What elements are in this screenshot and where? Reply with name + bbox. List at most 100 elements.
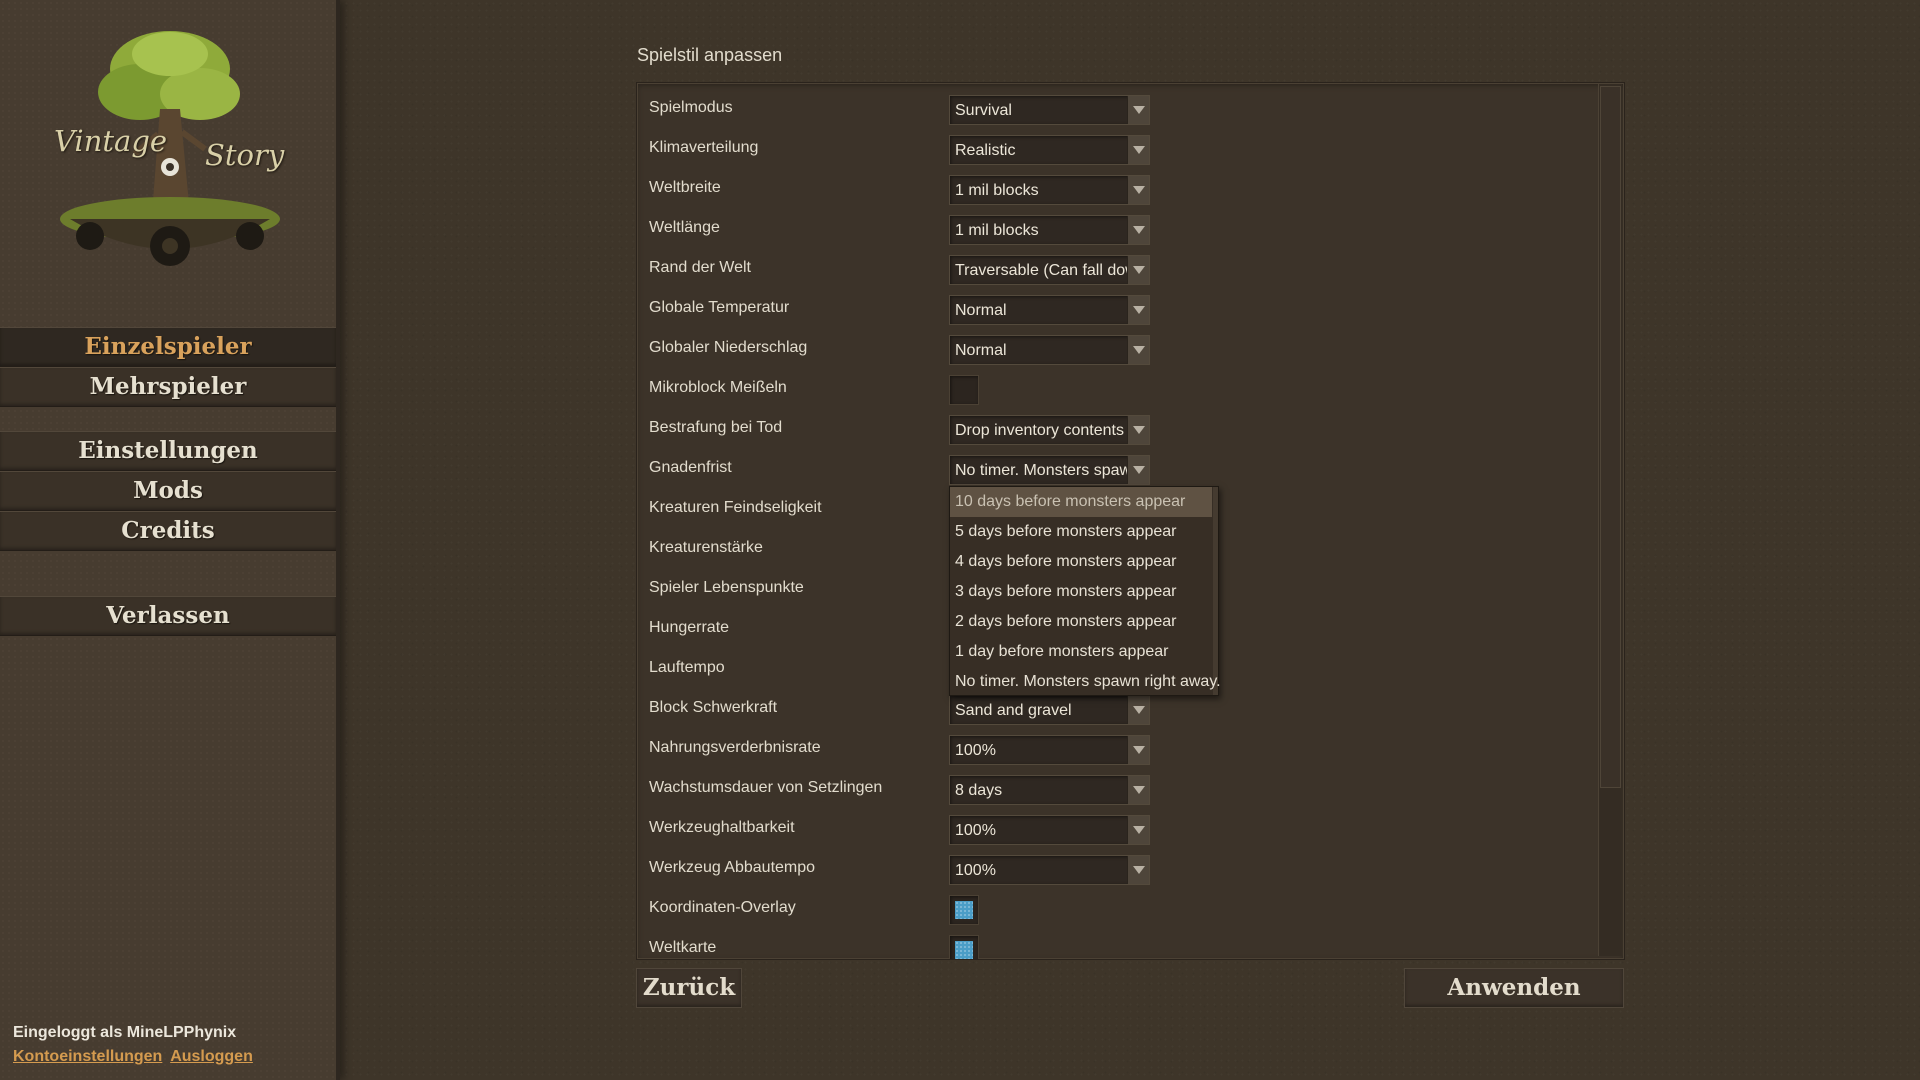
chevron-down-icon — [1133, 266, 1145, 274]
menu-mods-button[interactable]: Mods — [0, 471, 336, 511]
dropdown-arrow-button[interactable] — [1127, 336, 1149, 364]
chevron-down-icon — [1133, 146, 1145, 154]
chevron-down-icon — [1133, 106, 1145, 114]
setting-label: Werkzeug Abbautempo — [649, 859, 816, 876]
chevron-down-icon — [1133, 866, 1145, 874]
setting-dropdown[interactable]: Realistic — [949, 135, 1150, 165]
dropdown-value: 100% — [955, 862, 996, 879]
setting-row-weltlänge: Weltlänge 1 mil blocks — [637, 215, 1624, 259]
dropdown-option[interactable]: No timer. Monsters spawn right away. — [950, 667, 1221, 697]
setting-dropdown[interactable]: 100% — [949, 735, 1150, 765]
page-title: Spielstil anpassen — [637, 45, 783, 65]
dropdown-value: 100% — [955, 742, 996, 759]
apply-button[interactable]: Anwenden — [1404, 968, 1624, 1008]
setting-row-klimaverteilung: Klimaverteilung Realistic — [637, 135, 1624, 179]
dropdown-value: 1 mil blocks — [955, 182, 1039, 199]
menu-singleplayer-button[interactable]: Einzelspieler — [0, 327, 336, 367]
setting-label: Weltbreite — [649, 179, 721, 196]
dropdown-arrow-button[interactable] — [1127, 96, 1149, 124]
setting-label: Spieler Lebenspunkte — [649, 579, 804, 596]
chevron-down-icon — [1133, 826, 1145, 834]
chevron-down-icon — [1133, 466, 1145, 474]
setting-row-spielmodus: Spielmodus Survival — [637, 95, 1624, 139]
back-button[interactable]: Zurück — [636, 968, 742, 1008]
chevron-down-icon — [1133, 306, 1145, 314]
setting-dropdown[interactable]: 1 mil blocks — [949, 175, 1150, 205]
dropdown-arrow-button[interactable] — [1127, 136, 1149, 164]
dropdown-option-label: 2 days before monsters appear — [955, 613, 1177, 630]
dropdown-value: No timer. Monsters spawn — [955, 462, 1140, 479]
setting-label: Wachstumsdauer von Setzlingen — [649, 779, 883, 796]
dropdown-value: Traversable (Can fall dow — [955, 262, 1137, 279]
dropdown-value: 100% — [955, 822, 996, 839]
chevron-down-icon — [1133, 706, 1145, 714]
chevron-down-icon — [1133, 746, 1145, 754]
dropdown-option-label: 4 days before monsters appear — [955, 553, 1177, 570]
dropdown-arrow-button[interactable] — [1127, 296, 1149, 324]
menu-multiplayer-button[interactable]: Mehrspieler — [0, 367, 336, 407]
chevron-down-icon — [1133, 226, 1145, 234]
dropdown-arrow-button[interactable] — [1127, 816, 1149, 844]
dropdown-option-label: 10 days before monsters appear — [955, 493, 1186, 510]
setting-checkbox[interactable] — [949, 895, 979, 925]
setting-row-bestrafung-bei-tod: Bestrafung bei Tod Drop inventory content… — [637, 415, 1624, 459]
setting-row-koordinaten-overlay: Koordinaten-Overlay — [637, 895, 1624, 939]
dropdown-option[interactable]: 5 days before monsters appear — [950, 517, 1218, 547]
setting-dropdown[interactable]: No timer. Monsters spawn — [949, 455, 1150, 485]
setting-dropdown[interactable]: 1 mil blocks — [949, 215, 1150, 245]
setting-label: Gnadenfrist — [649, 459, 732, 476]
menu-quit-button[interactable]: Verlassen — [0, 596, 336, 636]
logged-in-as-text: Eingeloggt als MineLPPhynix — [13, 1024, 237, 1041]
setting-dropdown[interactable]: 100% — [949, 815, 1150, 845]
dropdown-option[interactable]: 4 days before monsters appear — [950, 547, 1218, 577]
setting-dropdown[interactable]: 100% — [949, 855, 1150, 885]
setting-label: Werkzeughaltbarkeit — [649, 819, 795, 836]
dropdown-arrow-button[interactable] — [1127, 456, 1149, 484]
dropdown-option[interactable]: 10 days before monsters appear — [950, 487, 1212, 517]
setting-row-werkzeughaltbarkeit: Werkzeughaltbarkeit 100% — [637, 815, 1624, 859]
setting-label: Block Schwerkraft — [649, 699, 778, 716]
dropdown-arrow-button[interactable] — [1127, 736, 1149, 764]
setting-dropdown[interactable]: Normal — [949, 335, 1150, 365]
chevron-down-icon — [1133, 186, 1145, 194]
chevron-down-icon — [1133, 346, 1145, 354]
dropdown-option-label: 5 days before monsters appear — [955, 523, 1177, 540]
setting-dropdown[interactable]: Normal — [949, 295, 1150, 325]
dropdown-arrow-button[interactable] — [1127, 256, 1149, 284]
setting-label: Globale Temperatur — [649, 299, 790, 316]
setting-checkbox[interactable] — [949, 935, 979, 959]
dropdown-arrow-button[interactable] — [1127, 216, 1149, 244]
dropdown-option[interactable]: 1 day before monsters appear — [950, 637, 1218, 667]
dropdown-arrow-button[interactable] — [1127, 856, 1149, 884]
dropdown-arrow-button[interactable] — [1127, 776, 1149, 804]
setting-label: Rand der Welt — [649, 259, 751, 276]
chevron-down-icon — [1133, 786, 1145, 794]
dropdown-option[interactable]: 3 days before monsters appear — [950, 577, 1218, 607]
dropdown-value: Realistic — [955, 142, 1016, 159]
setting-dropdown[interactable]: Drop inventory contents — [949, 415, 1150, 445]
dropdown-arrow-button[interactable] — [1127, 696, 1149, 724]
setting-row-weltkarte: Weltkarte — [637, 935, 1624, 959]
setting-dropdown[interactable]: Sand and gravel — [949, 695, 1150, 725]
setting-label: Kreaturen Feindseligkeit — [649, 499, 822, 516]
setting-label: Spielmodus — [649, 99, 733, 116]
setting-dropdown[interactable]: 8 days — [949, 775, 1150, 805]
account-settings-link[interactable]: Kontoeinstellungen — [13, 1048, 162, 1065]
menu-credits-button[interactable]: Credits — [0, 511, 336, 551]
setting-dropdown[interactable]: Survival — [949, 95, 1150, 125]
setting-checkbox[interactable] — [949, 375, 979, 405]
setting-row-block-schwerkraft: Block Schwerkraft Sand and gravel — [637, 695, 1624, 739]
dropdown-value: Normal — [955, 342, 1007, 359]
setting-row-nahrungsverderbnisrate: Nahrungsverderbnisrate 100% — [637, 735, 1624, 779]
dropdown-arrow-button[interactable] — [1127, 176, 1149, 204]
setting-label: Bestrafung bei Tod — [649, 419, 783, 436]
logout-link[interactable]: Ausloggen — [170, 1048, 253, 1065]
setting-row-globale-temperatur: Globale Temperatur Normal — [637, 295, 1624, 339]
setting-dropdown[interactable]: Traversable (Can fall dow — [949, 255, 1150, 285]
dropdown-option[interactable]: 2 days before monsters appear — [950, 607, 1218, 637]
menu-settings-button[interactable]: Einstellungen — [0, 431, 336, 471]
dropdown-arrow-button[interactable] — [1127, 416, 1149, 444]
logo-word-story: Story — [205, 138, 285, 172]
account-links: Kontoeinstellungen Ausloggen — [13, 1048, 257, 1066]
scrollbar-thumb[interactable] — [1600, 86, 1621, 788]
